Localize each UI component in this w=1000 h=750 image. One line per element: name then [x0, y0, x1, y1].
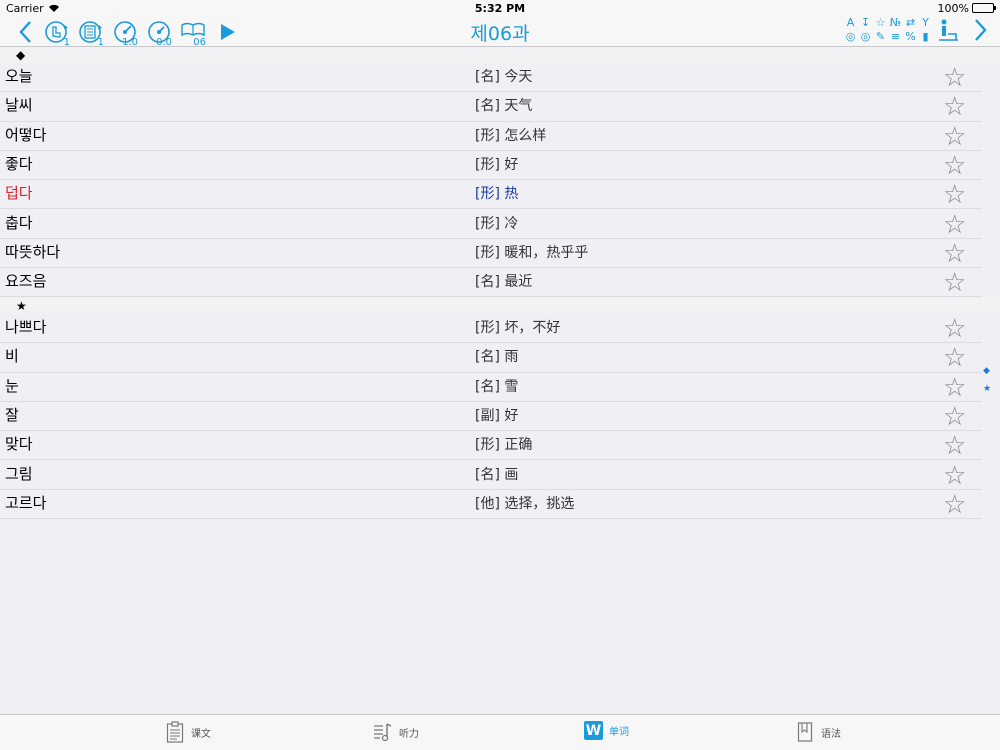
korean-word: 비	[5, 347, 19, 366]
tab-label: 单词	[609, 727, 629, 738]
korean-word: 어떻다	[5, 125, 47, 144]
bookmark-icon[interactable]: ▮	[919, 30, 932, 44]
korean-word: 날씨	[5, 96, 33, 115]
korean-word: 오늘	[5, 67, 33, 85]
star-filter-icon[interactable]: ☆	[874, 16, 887, 30]
korean-word: 춥다	[5, 213, 33, 232]
tab-bar: 课文 听力 W 单词 语法	[0, 714, 1000, 750]
status-time: 5:32 PM	[474, 1, 526, 15]
navigation-bar: 1 1 1.0 0.0 06 제06과 A ↧ ☆ № ⇄ Y ◎ ◎ ✎ ≡ …	[0, 16, 1000, 48]
word-meaning: [形] 冷	[475, 215, 519, 232]
section-header-star: ★	[0, 298, 1000, 314]
star-icon[interactable]: ☆	[943, 124, 966, 150]
list-item[interactable]: 오늘 [名] 今天 ☆	[0, 63, 1000, 93]
word-meaning: [形] 坏，不好	[475, 320, 561, 336]
nav-right-buttons: A ↧ ☆ № ⇄ Y ◎ ◎ ✎ ≡ % ▮	[844, 16, 992, 44]
korean-word: 잘	[5, 405, 19, 424]
tab-text[interactable]: 课文	[165, 721, 211, 743]
korean-word: 나쁘다	[5, 318, 47, 336]
korean-word: 눈	[5, 376, 19, 395]
list-item[interactable]: 고르다 [他] 选择，挑选 ☆	[0, 489, 1000, 520]
star-icon[interactable]: ☆	[943, 492, 966, 518]
info-button[interactable]	[935, 16, 965, 44]
tab-label: 课文	[191, 728, 211, 740]
word-meaning: [名] 雨	[475, 349, 519, 366]
word-meaning: [名] 今天	[475, 69, 533, 85]
toolbar-icon-grid: A ↧ ☆ № ⇄ Y ◎ ◎ ✎ ≡ % ▮	[844, 16, 932, 44]
hide-meaning-icon[interactable]: ◎	[859, 30, 872, 44]
korean-word: 맞다	[5, 435, 33, 454]
word-meaning: [形] 暖和，热乎乎	[475, 244, 589, 261]
percent-icon[interactable]: %	[904, 30, 917, 44]
korean-word: 덥다	[5, 184, 33, 203]
star-icon[interactable]: ☆	[943, 212, 966, 238]
word-w-icon: W	[584, 721, 603, 740]
clipboard-icon	[165, 721, 185, 743]
hide-word-icon[interactable]: ◎	[844, 30, 857, 44]
list-item[interactable]: 날씨 [名] 天气 ☆	[0, 92, 1000, 122]
list-item[interactable]: 좋다 [形] 好 ☆	[0, 150, 1000, 181]
star-icon[interactable]: ☆	[943, 345, 966, 371]
tab-grammar[interactable]: 语法	[795, 721, 841, 743]
list-item[interactable]: 맞다 [形] 正确 ☆	[0, 431, 1000, 461]
list-item[interactable]: 어떻다 [形] 怎么样 ☆	[0, 121, 1000, 152]
person-info-icon	[939, 19, 958, 41]
list-item[interactable]: 나쁘다 [形] 坏，不好 ☆	[0, 314, 1000, 344]
star-icon[interactable]: ☆	[943, 94, 966, 120]
star-icon[interactable]: ☆	[943, 463, 966, 489]
word-meaning: [形] 热	[475, 186, 519, 203]
list-item-highlighted[interactable]: 덥다 [形] 热 ☆	[0, 180, 1000, 210]
korean-word: 고르다	[5, 493, 47, 512]
word-meaning: [他] 选择，挑选	[475, 495, 575, 512]
chevron-right-icon	[975, 19, 987, 41]
download-icon[interactable]: ↧	[859, 16, 872, 30]
list-item[interactable]: 요즈음 [名] 最近 ☆	[0, 268, 1000, 298]
list-item[interactable]: 그림 [名] 画 ☆	[0, 460, 1000, 491]
word-meaning: [形] 怎么样	[475, 127, 547, 144]
section-header-diamond: ◆	[0, 47, 1000, 63]
word-meaning: [名] 天气	[475, 98, 533, 115]
star-icon[interactable]: ☆	[943, 153, 966, 179]
word-meaning: [副] 好	[475, 407, 519, 424]
edit-icon[interactable]: ✎	[874, 30, 887, 44]
word-meaning: [名] 最近	[475, 274, 533, 291]
star-icon[interactable]: ☆	[943, 316, 966, 342]
number-icon[interactable]: №	[889, 16, 902, 30]
star-icon[interactable]: ☆	[943, 182, 966, 208]
font-size-icon[interactable]: A	[844, 16, 857, 30]
music-list-icon	[373, 721, 393, 743]
word-meaning: [名] 雪	[475, 378, 519, 395]
word-meaning: [形] 好	[475, 156, 519, 173]
list-view-icon[interactable]: ≡	[889, 30, 902, 44]
shuffle-icon[interactable]: ⇄	[904, 16, 917, 30]
tab-vocabulary[interactable]: W 单词	[584, 721, 629, 740]
list-item[interactable]: 따뜻하다 [形] 暖和，热乎乎 ☆	[0, 238, 1000, 269]
bookmark-page-icon	[795, 721, 815, 743]
star-icon[interactable]: ☆	[943, 433, 966, 459]
filter-icon[interactable]: Y	[919, 16, 932, 30]
word-meaning: [形] 正确	[475, 437, 533, 454]
star-icon[interactable]: ☆	[943, 270, 966, 296]
list-item[interactable]: 춥다 [形] 冷 ☆	[0, 209, 1000, 240]
star-icon[interactable]: ☆	[943, 241, 966, 267]
tab-label: 听力	[399, 728, 419, 740]
korean-word: 요즈음	[5, 272, 47, 291]
tab-listening[interactable]: 听力	[373, 721, 419, 743]
word-meaning: [名] 画	[475, 466, 519, 483]
status-bar: Carrier 5:32 PM 100%	[0, 0, 1000, 16]
section-index-star[interactable]: ★	[983, 384, 991, 394]
battery-icon	[972, 3, 996, 13]
korean-word: 좋다	[5, 154, 33, 173]
korean-word: 따뜻하다	[5, 242, 61, 261]
star-icon[interactable]: ☆	[943, 404, 966, 430]
star-icon[interactable]: ☆	[943, 65, 966, 91]
list-item[interactable]: 잘 [副] 好 ☆	[0, 401, 1000, 432]
korean-word: 그림	[5, 464, 33, 483]
star-icon[interactable]: ☆	[943, 375, 966, 401]
list-item[interactable]: 비 [名] 雨 ☆	[0, 343, 1000, 373]
next-button[interactable]	[968, 16, 992, 44]
section-index-diamond[interactable]: ◆	[983, 366, 990, 376]
tab-label: 语法	[821, 728, 841, 740]
list-item[interactable]: 눈 [名] 雪 ☆	[0, 372, 1000, 403]
